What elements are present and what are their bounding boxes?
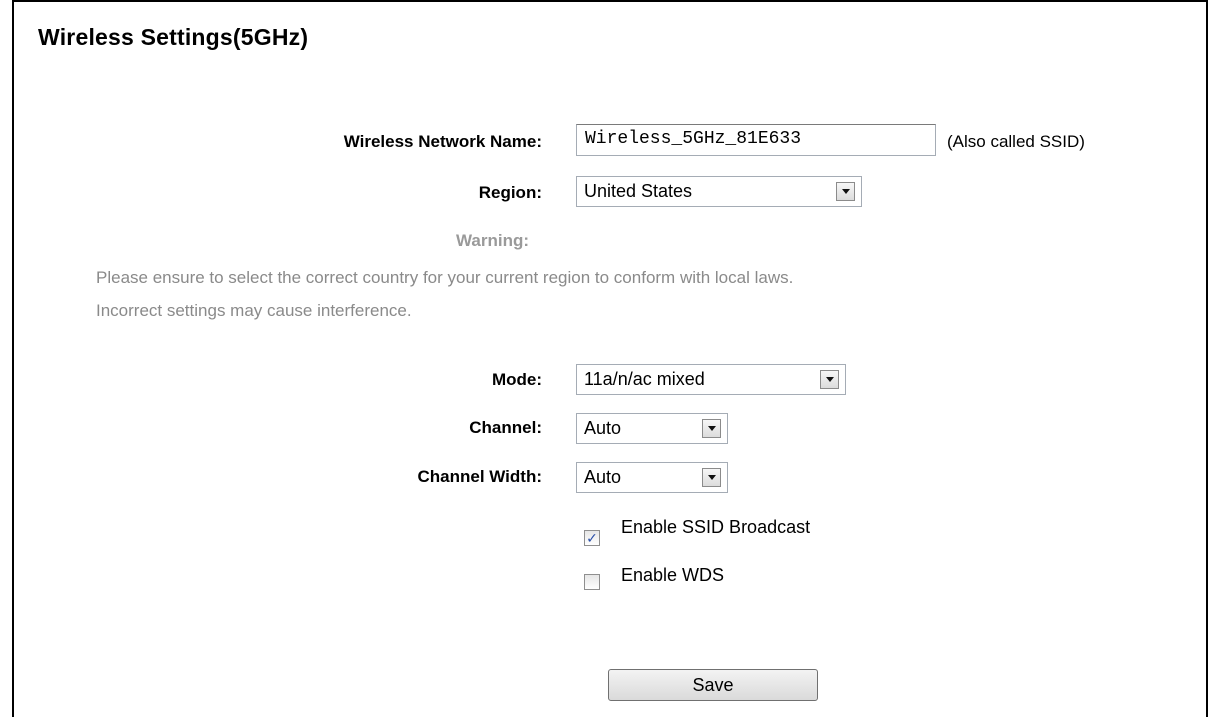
warning-label: Warning:: [456, 231, 530, 250]
wds-label: Enable WDS: [621, 565, 725, 585]
ssid-broadcast-label: Enable SSID Broadcast: [621, 517, 811, 537]
chevron-down-icon[interactable]: [820, 370, 839, 389]
channel-select-value: Auto: [584, 418, 622, 438]
mode-select-value: 11a/n/ac mixed: [584, 369, 705, 389]
chevron-down-icon[interactable]: [836, 182, 855, 201]
channel-width-select-value: Auto: [584, 467, 622, 487]
channel-width-label: Channel Width:: [417, 467, 543, 486]
channel-width-select[interactable]: Auto: [576, 462, 728, 493]
channel-label: Channel:: [469, 418, 542, 437]
region-select[interactable]: United States: [576, 176, 862, 207]
wds-checkbox[interactable]: [584, 574, 600, 590]
ssid-broadcast-checkbox[interactable]: [584, 530, 600, 546]
ssid-input[interactable]: Wireless_5GHz_81E633: [576, 124, 936, 156]
region-label: Region:: [478, 183, 542, 202]
mode-select[interactable]: 11a/n/ac mixed: [576, 364, 846, 395]
ssid-hint: (Also called SSID): [947, 132, 1085, 151]
page-title: Wireless Settings(5GHz): [38, 24, 309, 50]
warning-text-line2: Incorrect settings may cause interferenc…: [96, 301, 412, 320]
chevron-down-icon[interactable]: [702, 419, 721, 438]
ssid-label: Wireless Network Name:: [343, 132, 542, 151]
region-select-value: United States: [584, 181, 693, 201]
channel-select[interactable]: Auto: [576, 413, 728, 444]
save-button[interactable]: Save: [608, 669, 818, 701]
settings-panel: [12, 0, 1208, 717]
chevron-down-icon[interactable]: [702, 468, 721, 487]
warning-text-line1: Please ensure to select the correct coun…: [96, 268, 794, 287]
mode-label: Mode:: [491, 370, 542, 389]
